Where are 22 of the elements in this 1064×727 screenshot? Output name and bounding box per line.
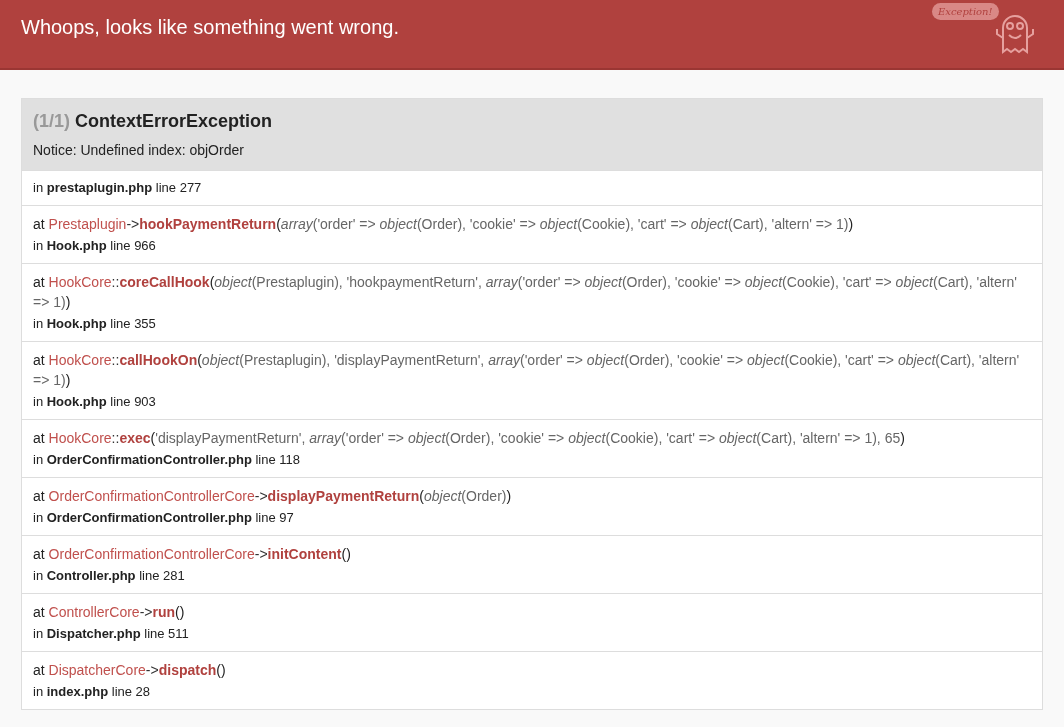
file-location: in index.php line 28 [33,683,152,701]
call-signature: at DispatcherCore->dispatch() [33,661,227,680]
file-location: in OrderConfirmationController.php line 118 [33,451,302,469]
call-signature: at Prestaplugin->hookPaymentReturn(array('order' => object(Order), 'cookie' => object(Cookie), 'cart' => object(Cart), 'altern' => 1)) [33,215,855,234]
call-signature: at ControllerCore->run() [33,603,186,622]
call-signature: at HookCore::exec('displayPaymentReturn', array('order' => object(Order), 'cookie' => object(Cookie), 'cart' => object(Cart), 'altern' => 1), 65) [33,429,906,448]
file-location: in OrderConfirmationController.php line 97 [33,509,295,527]
exception-name: ContextErrorException [75,110,273,133]
speech-bubble: Exception! [932,3,999,20]
call-signature: at HookCore::callHookOn(object(Prestaplugin), 'displayPaymentReturn', array('order' => object(Order), 'cookie' => object(Cookie), 'cart' => object(Cart), 'altern' => 1)) [33,351,1021,390]
file-location: in prestaplugin.php line 277 [33,179,203,197]
file-location: in Hook.php line 966 [33,237,157,255]
file-location: in Dispatcher.php line 511 [33,625,190,643]
page-title: Whoops, looks like something went wrong. [21,15,399,40]
call-signature: at OrderConfirmationControllerCore->initContent() [33,545,352,564]
file-location: in Hook.php line 355 [33,315,157,333]
call-signature: at OrderConfirmationControllerCore->displayPaymentReturn(object(Order)) [33,487,513,506]
file-location: in Controller.php line 281 [33,567,186,585]
exception-counter: (1/1) [33,110,70,133]
exception-message: Notice: Undefined index: objOrder [33,141,245,160]
file-location: in Hook.php line 903 [33,393,157,411]
call-signature: at HookCore::coreCallHook(object(Prestaplugin), 'hookpaymentReturn', array('order' => object(Order), 'cookie' => object(Cookie), 'cart' => object(Cart), 'altern' => 1)) [33,273,1018,312]
